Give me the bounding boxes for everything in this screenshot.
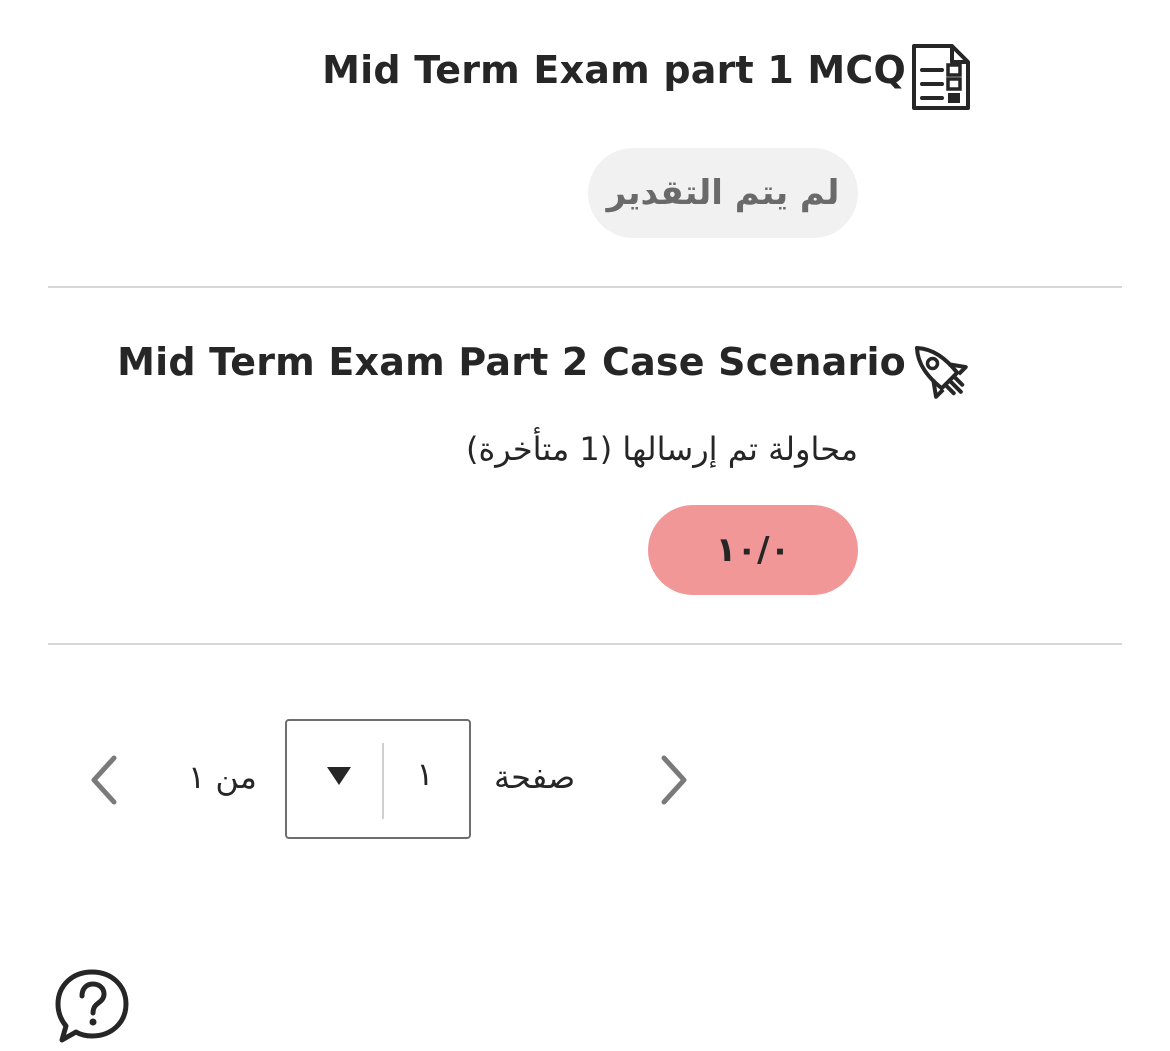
grade-badge[interactable]: ١٠/٠ xyxy=(648,505,858,595)
help-chat-icon[interactable] xyxy=(54,966,134,1046)
rocket-icon xyxy=(906,336,972,408)
divider xyxy=(48,643,1122,645)
status-badge: لم يتم التقدير xyxy=(588,148,858,238)
page-label: صفحة xyxy=(494,758,576,796)
exam-document-icon xyxy=(908,40,974,112)
item-title[interactable]: Mid Term Exam part 1 MCQ xyxy=(322,48,906,92)
chevron-right-icon[interactable] xyxy=(654,752,694,808)
item-title[interactable]: Mid Term Exam Part 2 Case Scenario xyxy=(117,340,906,384)
page-total-label: من ١ xyxy=(188,758,257,796)
page-select-dropdown[interactable]: ١ xyxy=(285,719,471,839)
divider xyxy=(48,286,1122,288)
chevron-left-icon[interactable] xyxy=(84,752,124,808)
select-separator xyxy=(382,743,384,819)
current-page-value: ١ xyxy=(416,755,434,793)
attempt-status-text: محاولة تم إرسالها (1 متأخرة) xyxy=(465,430,858,468)
caret-down-icon xyxy=(327,767,351,785)
